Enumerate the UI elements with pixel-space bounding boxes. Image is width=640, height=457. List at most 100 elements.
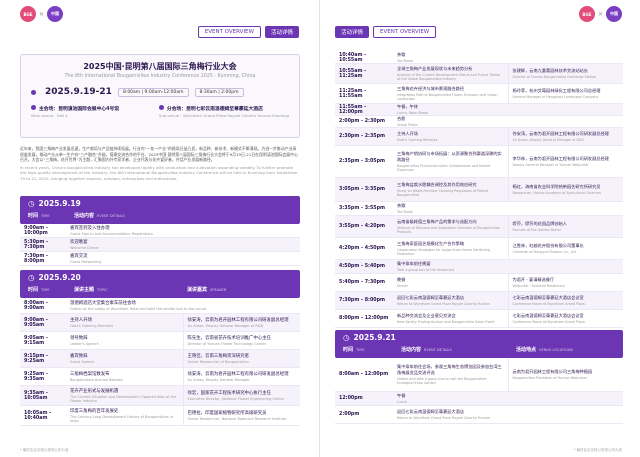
row-title: 午餐 — [397, 393, 406, 398]
row-speaker: 江胜林，虹越花卉股份有限公司董事长 — [512, 243, 584, 248]
row-speaker: 徐安涛，云南为君开园林工程有限公司研发副总经理 — [187, 372, 289, 377]
row-time: 8:00am - 9:00am — [24, 300, 48, 311]
main-venue: 主会场：昆明滇池国际会展中心4号馆 Main venue：Hall 4 — [31, 105, 119, 119]
row-speaker: 徐安涛，云南为君开园林工程有限公司研发副总经理 — [512, 131, 609, 136]
day2-col-topic: 演讲主题 TOPIC — [74, 287, 108, 293]
row-time: 9:05am - 9:15am — [24, 335, 48, 346]
section-tabs: 活动详情 EVENT OVERVIEW — [335, 26, 437, 38]
time-slot-2: 8:30am | 2:00pm — [194, 87, 244, 97]
table-row: 8:00am - 9:00am 温德姆酒店大堂集合乘车前往会场 Gather at… — [20, 298, 300, 314]
table-row: 8:00pm - 12:00pm 新品种交流会及企业意见交流会 New Varie… — [335, 310, 623, 328]
row-time: 10:40am - 10:55am — [339, 52, 367, 63]
row-sub: Welcome Dinner — [70, 246, 99, 250]
row-speaker: 李华林，云南为君开园林工程有限公司研发副总经理 — [512, 156, 609, 161]
partner-logo: 中国 — [606, 6, 622, 22]
row-time: 3:55pm - 4:20pm — [339, 224, 386, 229]
day3-banner: ◷ 2025.9.21 时间 TIME 活动内容 EVENT DETAILS 活动地点… — [335, 330, 623, 358]
row-title: 集中乘车前往会场，参观三角梅生态博览园及参加台湾三角梅展览品交流评选 — [397, 364, 502, 375]
row-speaker-sub: Founder of the Garden Brand — [512, 228, 561, 232]
row-speaker-sub: Director of Yunnan Bougainvillea Exchang… — [512, 75, 597, 79]
row-sub: Tea Break — [397, 210, 414, 214]
tab-event-overview[interactable]: EVENT OVERVIEW — [373, 26, 437, 38]
row-sub: Host's Opening Remarks — [397, 138, 438, 142]
row-speaker-sub: Researcher, Hainan Academy of Agricultur… — [512, 191, 602, 195]
row-sub: Lunch, Noon Break — [397, 111, 429, 115]
row-title: 主持人开场 — [397, 131, 418, 136]
row-time: 11:55am - 12:00pm — [339, 104, 367, 115]
row-time: 8:00am - 12:00pm — [339, 372, 389, 377]
row-time: 10:55am - 11:25am — [339, 68, 367, 79]
table-row: 9:00am - 9:05am 主持人开场 Host's Opening Rema… — [20, 314, 300, 332]
row-place: 云南为君开园林工程有限公司三角梅种植园 — [512, 369, 593, 374]
row-sub: Guest Speech — [70, 360, 95, 364]
row-speaker-sub: Deputy General Manager of Yunnan Weijunk… — [512, 163, 589, 167]
day3-col-place: 活动地点 VENUE LOCATIONS — [516, 347, 573, 353]
row-speaker-sub: Xu Antao, Deputy General Manager — [187, 378, 250, 382]
row-title: 嘉宾交流 — [70, 254, 88, 259]
row-sub: Return to Wyndham Grand Plaza Royale Col… — [397, 416, 490, 420]
row-time: 5:30pm - 7:30pm — [24, 239, 49, 250]
table-row: 11:55am - 12:00pm 午餐，午休 Lunch, Noon Break — [335, 104, 623, 116]
clock-icon: ◷ — [343, 333, 350, 342]
row-speaker: 巴德拉，印度国家植物研究所高级研究员 — [187, 411, 267, 416]
row-sub: Analysis of Demand and Adaptation Direct… — [397, 226, 500, 234]
table-row: 2:35pm - 3:05pm 三角梅产销协同与市场拓展：从资源聚合到渠道深耕的… — [335, 146, 623, 178]
row-speaker: 杨红，海南省农业科学院热带园艺研究所研究员 — [512, 184, 601, 189]
event-title-en: The 8th International Bougainvillea Indu… — [64, 74, 256, 79]
day1-date: 2025.9.19 — [38, 199, 81, 208]
venue-row: 主会场：昆明滇池国际会展中心4号馆 Main venue：Hall 4 分会场：… — [31, 105, 289, 119]
day3-col-time: 时间 TIME — [343, 347, 365, 353]
tab-event-details[interactable]: 活动详情 — [264, 26, 299, 38]
row-time: 3:35pm - 3:55pm — [339, 206, 386, 211]
date-row: 2025.9.19-21 8:00am | 9:00am-12:00am 8:3… — [31, 87, 289, 97]
tab-event-details[interactable]: 活动详情 — [335, 26, 370, 38]
row-title: 三角梅档案馆数发布 — [70, 372, 110, 377]
row-sub: Guest Sign-In and Accommodation Registra… — [70, 232, 153, 236]
table-row: 3:05pm - 3:35pm 三角梅盆栽水肥耦合调控及其作用效应研究 Study… — [335, 178, 623, 202]
row-sub: Guest Networking — [70, 260, 102, 264]
row-speaker-sub: Executive Director, National Flower Engi… — [187, 397, 285, 401]
row-title: 午餐，午休 — [397, 104, 418, 109]
row-sub: The Current Situation and Development Op… — [70, 395, 177, 403]
day3-col-content: 活动内容 EVENT DETAILS — [401, 347, 452, 353]
table-row: 3:55pm - 4:20pm 云南省级耗值三角梅产品的需求与选配方向 Analy… — [335, 216, 623, 238]
main-venue-name: 主会场：昆明滇池国际会展中心4号馆 — [39, 107, 120, 112]
row-title: 三角梅家庭园艺规模化生产合作策略 — [397, 241, 465, 246]
partner-logo: 中国 — [47, 6, 64, 22]
logo-group: BGE ✕ 中国 — [20, 6, 64, 22]
day2-banner: ◷ 2025.9.20 时间 TIME 演讲主题 TOPIC 演讲嘉宾 SPEAKER — [20, 270, 300, 298]
row-title: 领导致辞 — [70, 336, 88, 341]
conference-logo: BGE — [578, 6, 595, 22]
table-row: 12:00pm 午餐 Lunch — [335, 392, 623, 406]
row-title: 三角梅盆栽水肥耦合调控及其作用效应研究 — [397, 182, 477, 187]
row-title: 返回七彩云南温德姆至尊豪廷大酒店 — [397, 409, 465, 414]
row-speaker: 七彩云南温德姆至尊豪廷大酒店会议室 — [512, 313, 584, 318]
row-speaker-sub: Director of Yunnan Flower Technology Cen… — [187, 342, 267, 346]
table-row: 5:40pm - 7:30pm 晚餐 Dinner 为君开 · 宴请精选餐厅 Wei… — [335, 274, 623, 292]
row-time: 4:50pm - 5:40pm — [339, 264, 386, 269]
table-row: 9:05am - 9:15am 领导致辞 Leader's Speech 陈先生，… — [20, 332, 300, 350]
row-sub: Host's Opening Remarks — [70, 324, 114, 328]
main-venue-en: Main venue：Hall 4 — [31, 113, 68, 118]
table-row: 3:35pm - 3:55pm 茶歇 Tea Break — [335, 202, 623, 216]
row-sub: The Century-Long Development History of … — [70, 415, 173, 423]
row-speaker-sub: Chairman of Hongyue Flowers Co., Ltd. — [512, 250, 577, 254]
row-time: 2:00pm - 2:30pm — [339, 119, 386, 124]
section-tabs: EVENT OVERVIEW 活动详情 — [197, 26, 299, 38]
footer-note: * 最终会议议程以现场公布为准 — [20, 448, 69, 452]
table-row: 2:00pm 返回七彩云南温德姆至尊豪廷大酒店 Return to Wyndham… — [335, 406, 623, 424]
logo-separator: ✕ — [39, 10, 45, 18]
event-title-card: 2025中国·昆明第八届国际三角梅行业大会 The 8th Internatio… — [20, 54, 300, 138]
day1-col-content: 活动内容 EVENT DETAILS — [74, 213, 125, 219]
row-speaker: 为君开 · 宴请精选餐厅 — [512, 277, 555, 282]
row-sub: Group Photo — [397, 123, 418, 127]
table-row: 7:30pm - 8:00pm 返回七彩云南温德姆至尊豪廷大酒店 Return t… — [335, 292, 623, 310]
row-title: 晚餐 — [397, 277, 406, 282]
row-time: 5:40pm - 7:30pm — [339, 280, 386, 285]
sub-venue-name: 分会场：昆明七彩云南温德姆至尊豪廷大酒店 — [166, 107, 263, 112]
event-title: 2025中国·昆明第八届国际三角梅行业大会 — [83, 62, 237, 71]
tab-event-overview[interactable]: EVENT OVERVIEW — [197, 26, 261, 38]
location-icon — [31, 105, 36, 110]
row-title: 三角梅花卉经济与城市景观融合路径 — [397, 86, 465, 91]
table-row: 2:00pm - 2:30pm 合影 Group Photo — [335, 116, 623, 128]
